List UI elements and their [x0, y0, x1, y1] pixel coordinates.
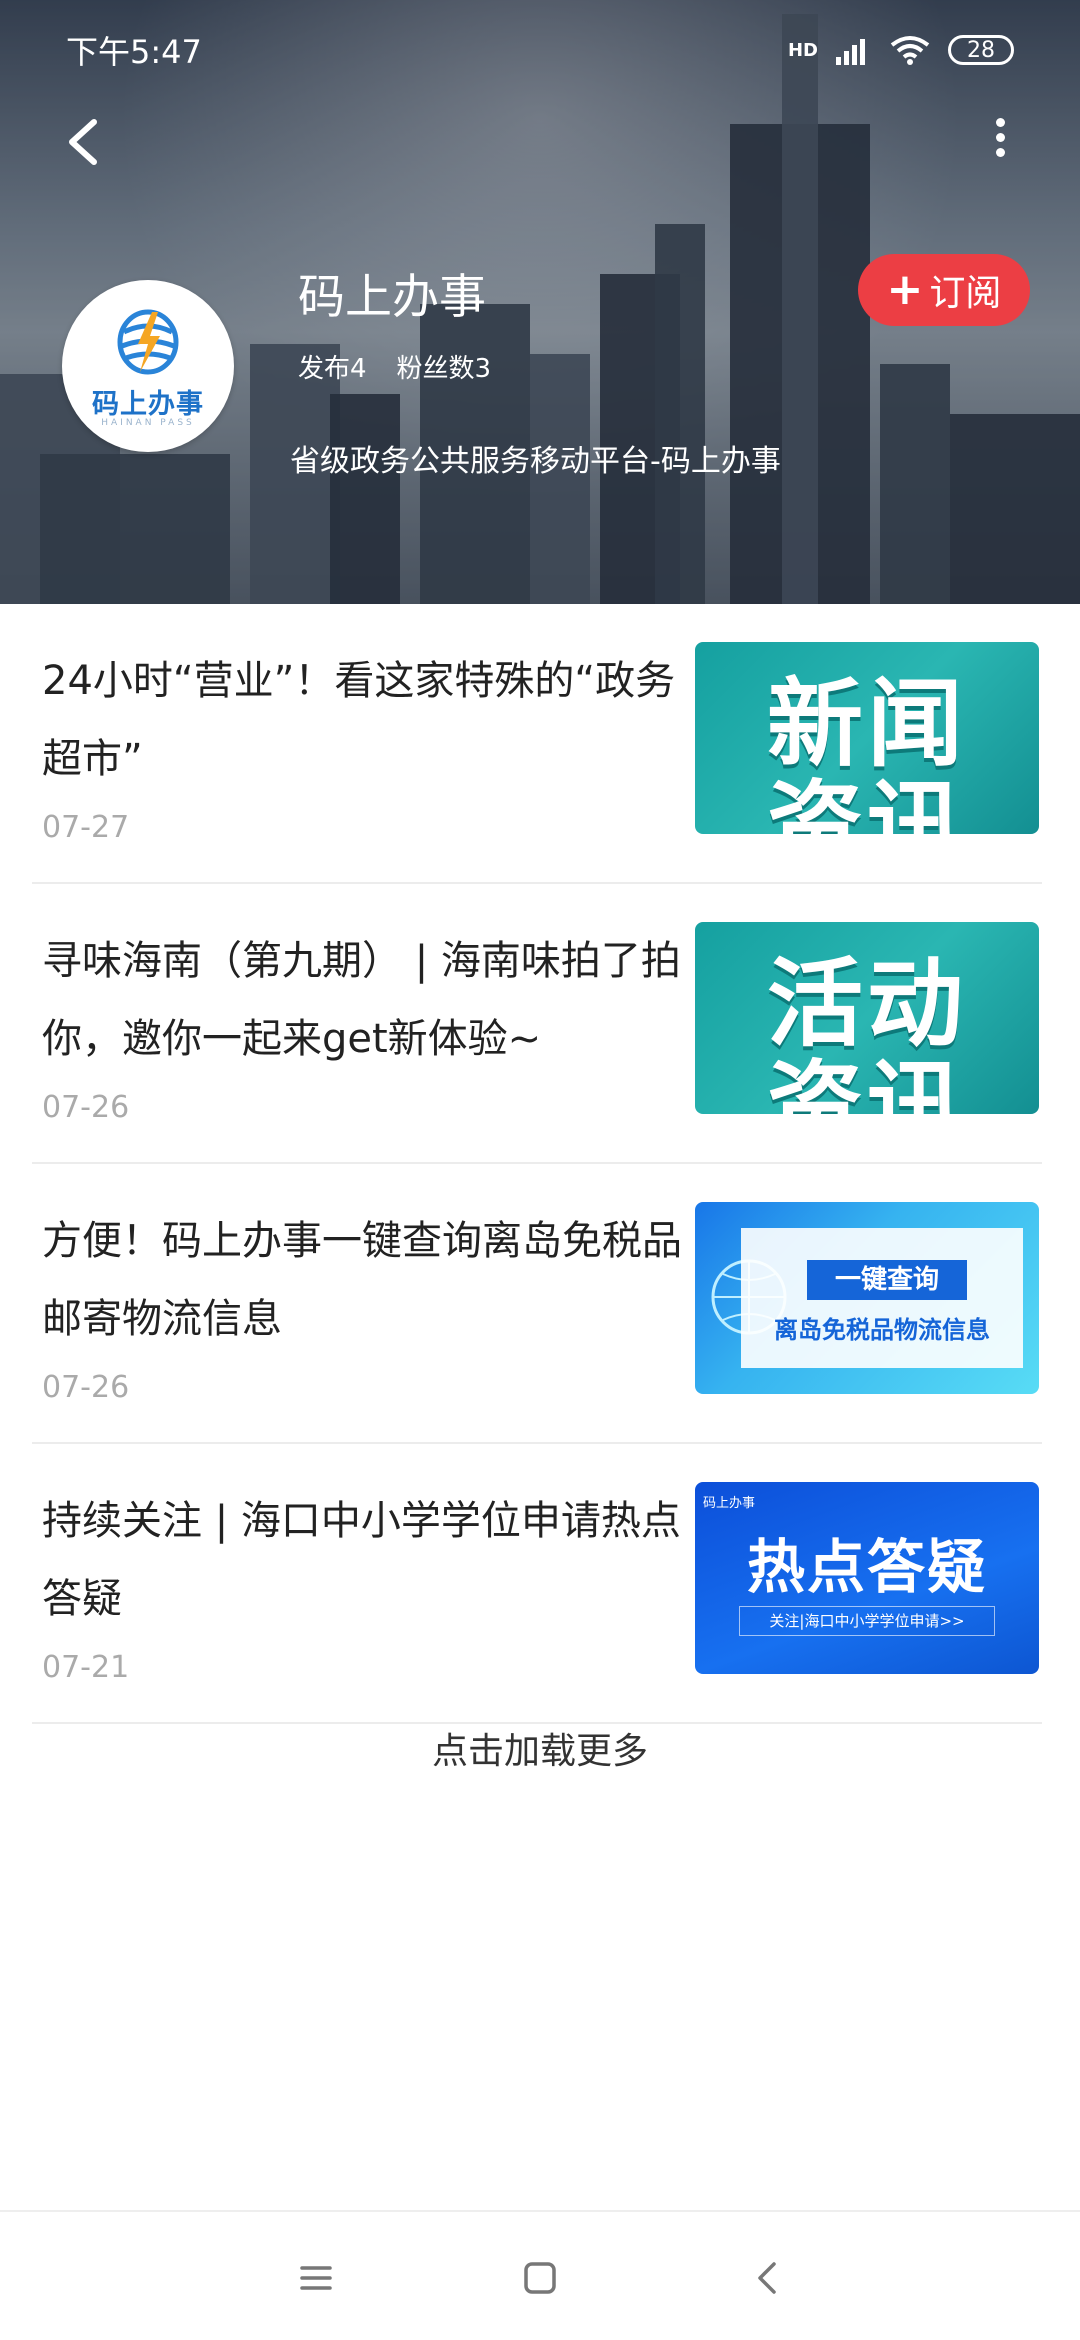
- article-date: 07-26: [42, 1090, 130, 1125]
- load-more-button[interactable]: 点击加载更多: [0, 1722, 1080, 1774]
- article-title: 寻味海南（第九期） | 海南味拍了拍你，邀你一起来get新体验~: [42, 938, 681, 1062]
- article-item[interactable]: 寻味海南（第九期） | 海南味拍了拍你，邀你一起来get新体验~ 07-26 活…: [32, 884, 1042, 1164]
- status-bar: 下午5:47 HD 28: [66, 28, 1014, 72]
- article-date: 07-21: [42, 1650, 130, 1685]
- wifi-icon: [890, 36, 930, 65]
- subscribe-label: 订阅: [929, 273, 1002, 314]
- signal-icon: [836, 39, 865, 65]
- hd-label: HD: [787, 39, 818, 61]
- article-thumbnail: 码上办事 热点答疑 关注|海口中小学学位申请>>: [695, 1482, 1039, 1674]
- menu-icon: [300, 2266, 332, 2290]
- article-item[interactable]: 持续关注 | 海口中小学学位申请热点答疑 07-21 码上办事 热点答疑 关注|…: [32, 1444, 1042, 1724]
- posts-count: 发布4: [298, 354, 367, 384]
- menu-button[interactable]: [288, 2250, 344, 2306]
- logo-subtext: HAINAN PASS: [101, 418, 195, 428]
- account-avatar: 码上办事 HAINAN PASS: [62, 280, 234, 452]
- fans-count: 粉丝数3: [396, 354, 492, 384]
- article-thumbnail: 新闻 资讯: [695, 642, 1039, 834]
- battery-level: 28: [967, 37, 995, 63]
- nav-back-button[interactable]: [740, 2250, 796, 2306]
- home-button[interactable]: [512, 2250, 568, 2306]
- subscribe-button[interactable]: + 订阅: [858, 254, 1030, 326]
- back-triangle-icon: [758, 2262, 776, 2294]
- battery-icon: 28: [948, 35, 1014, 65]
- article-thumbnail: 活动 资讯: [695, 922, 1039, 1114]
- account-description: 省级政务公共服务移动平台-码上办事: [290, 444, 781, 479]
- article-title: 持续关注 | 海口中小学学位申请热点答疑: [42, 1498, 681, 1622]
- article-title: 24小时“营业”！看这家特殊的“政务超市”: [42, 658, 676, 782]
- article-date: 07-27: [42, 810, 130, 845]
- article-item[interactable]: 方便！码上办事一键查询离岛免税品邮寄物流信息 07-26 一键查询 离岛免税品物…: [32, 1164, 1042, 1444]
- home-square-icon: [524, 2262, 556, 2294]
- plus-icon: +: [886, 264, 924, 315]
- logo-globe-icon: [117, 309, 179, 375]
- chevron-left-icon: [69, 119, 97, 165]
- more-options-button[interactable]: [984, 112, 1016, 172]
- account-header: 下午5:47 HD 28 码上办事 HAINAN PASS 码上办事 发布4 粉…: [0, 0, 1080, 604]
- account-name: 码上办事: [298, 270, 486, 325]
- article-title: 方便！码上办事一键查询离岛免税品邮寄物流信息: [42, 1218, 682, 1342]
- account-stats: 发布4 粉丝数3: [298, 348, 491, 385]
- status-time: 下午5:47: [66, 33, 202, 71]
- article-item[interactable]: 24小时“营业”！看这家特殊的“政务超市” 07-27 新闻 资讯: [32, 604, 1042, 884]
- article-thumbnail: 一键查询 离岛免税品物流信息: [695, 1202, 1039, 1394]
- logo-text: 码上办事: [92, 389, 204, 420]
- article-date: 07-26: [42, 1370, 130, 1405]
- back-button[interactable]: [56, 112, 116, 172]
- system-nav-bar: [0, 2210, 1080, 2340]
- more-vertical-icon: [995, 118, 1005, 127]
